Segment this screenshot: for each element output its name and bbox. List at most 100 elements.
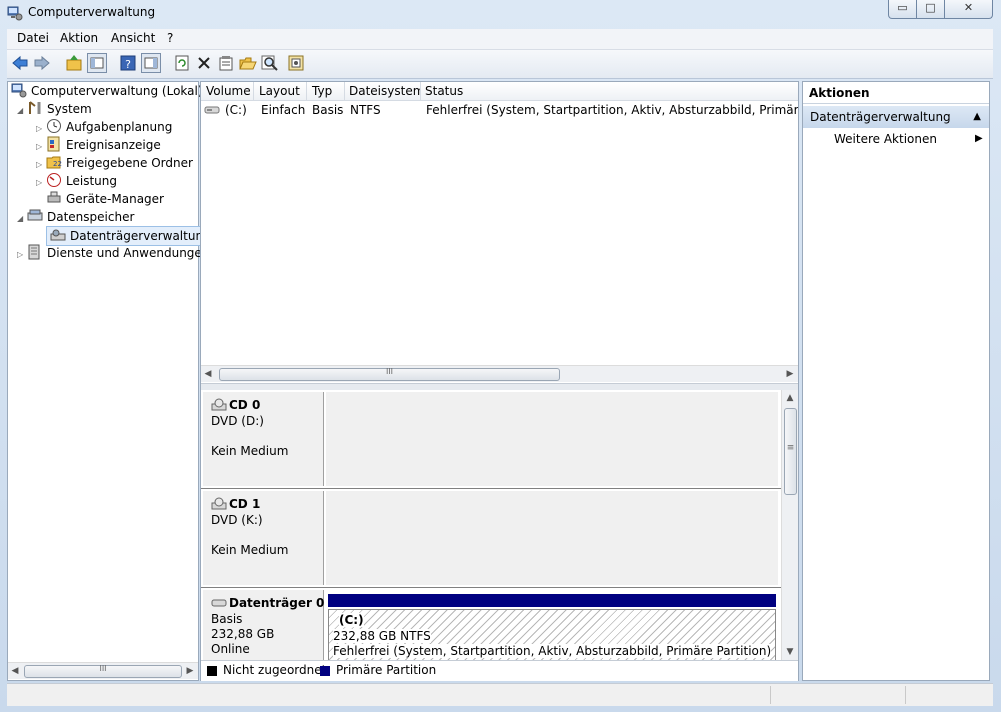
menu-aktion[interactable]: Aktion: [60, 31, 98, 45]
scroll-left-icon[interactable]: ◀: [201, 366, 215, 382]
disk-row-cd0[interactable]: CD 0 DVD (D:) Kein Medium: [201, 390, 781, 489]
back-arrow-icon[interactable]: [11, 54, 29, 72]
scroll-up-icon[interactable]: ▲: [783, 390, 797, 406]
open-folder-icon[interactable]: [239, 54, 257, 72]
scroll-right-icon[interactable]: ▶: [783, 366, 797, 382]
volume-name: (C:): [225, 103, 247, 117]
tree-item-aufgabenplanung[interactable]: ▷ Aufgabenplanung: [36, 118, 172, 136]
column-dateisystem[interactable]: Dateisystem: [344, 82, 421, 100]
scroll-thumb[interactable]: III: [24, 664, 182, 678]
drive-icon: [204, 106, 220, 114]
column-layout[interactable]: Layout: [254, 82, 307, 100]
tree-item-leistung[interactable]: ▷ Leistung: [36, 172, 117, 190]
delete-icon[interactable]: [195, 54, 213, 72]
storage-icon: [27, 209, 43, 221]
minimize-icon: ▭: [897, 1, 908, 14]
status-segment: [905, 686, 994, 704]
window-title: Computerverwaltung: [28, 5, 156, 19]
properties-icon[interactable]: [217, 54, 235, 72]
event-viewer-icon: [47, 136, 60, 152]
collapse-up-icon[interactable]: ▲: [973, 106, 981, 128]
legend: Nicht zugeordnet Primäre Partition: [201, 660, 798, 681]
volume-row[interactable]: (C:) Einfach Basis NTFS Fehlerfrei (Syst…: [201, 101, 798, 119]
disk-management-icon: [50, 229, 66, 241]
scroll-thumb[interactable]: ≡: [784, 408, 797, 495]
zoom-icon[interactable]: [261, 54, 279, 72]
collapse-arrow-icon[interactable]: ◢: [17, 210, 27, 228]
tree-label: Datenträgerverwaltung: [70, 229, 211, 243]
scroll-left-icon[interactable]: ◀: [8, 663, 22, 679]
expand-arrow-icon[interactable]: ▷: [17, 246, 27, 264]
column-typ[interactable]: Typ: [307, 82, 345, 100]
disk-management-pane: Volume Layout Typ Dateisystem Status (C:…: [200, 81, 799, 681]
disk-row-disk0[interactable]: Datenträger 0 Basis 232,88 GB Online (C:…: [201, 588, 781, 660]
scroll-thumb[interactable]: III: [219, 367, 560, 381]
legend-swatch-unallocated: [207, 666, 217, 676]
refresh-icon[interactable]: [173, 54, 191, 72]
disk-size: 232,88 GB: [211, 627, 275, 641]
disk-row-cd1[interactable]: CD 1 DVD (K:) Kein Medium: [201, 489, 781, 588]
tree-item-system[interactable]: ◢ System: [17, 100, 92, 118]
action-weitere-aktionen[interactable]: Weitere Aktionen: [834, 132, 937, 146]
tree-label: System: [47, 102, 92, 116]
disk-vertical-scrollbar[interactable]: ▲ ≡ ▼: [781, 390, 798, 660]
column-status[interactable]: Status: [420, 82, 797, 100]
tree-label: Geräte-Manager: [66, 192, 164, 206]
volume-list-header: Volume Layout Typ Dateisystem Status: [201, 82, 798, 101]
computer-management-icon: [11, 83, 27, 98]
device-manager-icon: [47, 191, 61, 203]
toolbar: ?: [7, 50, 993, 79]
disk-type: Basis: [211, 612, 243, 626]
legend-primary: Primäre Partition: [336, 663, 437, 677]
actions-header: Aktionen: [803, 82, 989, 104]
collapse-arrow-icon[interactable]: ◢: [17, 102, 27, 120]
menu-ansicht[interactable]: Ansicht: [111, 31, 155, 45]
submenu-arrow-icon[interactable]: ▶: [975, 133, 983, 144]
volume-typ: Basis: [312, 103, 344, 117]
show-hide-actions-button[interactable]: [141, 53, 161, 73]
column-volume[interactable]: Volume: [201, 82, 254, 100]
tree-item-datenspeicher[interactable]: ◢ Datenspeicher: [17, 208, 134, 226]
disk-graphical-view: CD 0 DVD (D:) Kein Medium CD 1 DVD (K:) …: [201, 390, 781, 660]
menu-datei[interactable]: Datei: [17, 31, 49, 45]
forward-arrow-icon[interactable]: [33, 54, 51, 72]
actions-section-datentraegerverwaltung[interactable]: Datenträgerverwaltung ▲: [803, 106, 989, 128]
tree-label: Datenspeicher: [47, 210, 135, 224]
tree-item-freigegebene-ordner[interactable]: ▷ 22 Freigegebene Ordner: [36, 154, 193, 172]
disk-type: DVD (K:): [211, 513, 263, 527]
settings-icon[interactable]: [287, 54, 305, 72]
maximize-button[interactable]: □: [916, 0, 945, 19]
disk-name: Datenträger 0: [229, 596, 325, 610]
close-button[interactable]: ✕: [944, 0, 993, 19]
hard-disk-icon: [211, 599, 227, 607]
computer-management-icon: [7, 6, 23, 21]
disk-state: Kein Medium: [211, 444, 289, 458]
scroll-down-icon[interactable]: ▼: [783, 644, 797, 660]
disk-state: Online: [211, 642, 250, 656]
menu-help[interactable]: ?: [167, 31, 173, 45]
partition-c[interactable]: (C:) 232,88 GB NTFS Fehlerfrei (System, …: [328, 609, 776, 660]
volume-filesystem: NTFS: [350, 103, 381, 117]
tree-item-dienste[interactable]: ▷ Dienste und Anwendungen: [17, 244, 209, 262]
minimize-button[interactable]: ▭: [888, 0, 917, 19]
tree-label: Dienste und Anwendungen: [47, 246, 210, 260]
scroll-right-icon[interactable]: ▶: [183, 663, 197, 679]
tree-item-datentraegerverwaltung[interactable]: Datenträgerverwaltung: [46, 226, 215, 246]
expand-arrow-icon[interactable]: ▷: [36, 174, 46, 192]
title-bar: Computerverwaltung ▭ □ ✕: [0, 0, 1001, 26]
tree-item-geraete-manager[interactable]: Geräte-Manager: [46, 190, 164, 208]
cd-drive-icon: [211, 398, 227, 411]
disk-body-disk0: (C:) 232,88 GB NTFS Fehlerfrei (System, …: [326, 590, 778, 660]
help-icon[interactable]: ?: [119, 54, 137, 72]
show-hide-tree-button[interactable]: [87, 53, 107, 73]
tree-horizontal-scrollbar[interactable]: ◀ III ▶: [8, 662, 198, 679]
volume-layout: Einfach: [261, 103, 306, 117]
shared-folder-icon: 22: [46, 156, 62, 169]
window: Computerverwaltung ▭ □ ✕ Datei Aktion An…: [0, 0, 1001, 712]
list-horizontal-scrollbar[interactable]: ◀ III ▶: [201, 365, 798, 382]
up-folder-icon[interactable]: [65, 54, 83, 72]
tree-root[interactable]: Computerverwaltung (Lokal): [11, 82, 203, 100]
tree-item-ereignisanzeige[interactable]: ▷ Ereignisanzeige: [36, 136, 161, 154]
partition-status: Fehlerfrei (System, Startpartition, Akti…: [333, 644, 772, 658]
svg-text:?: ?: [125, 58, 131, 71]
